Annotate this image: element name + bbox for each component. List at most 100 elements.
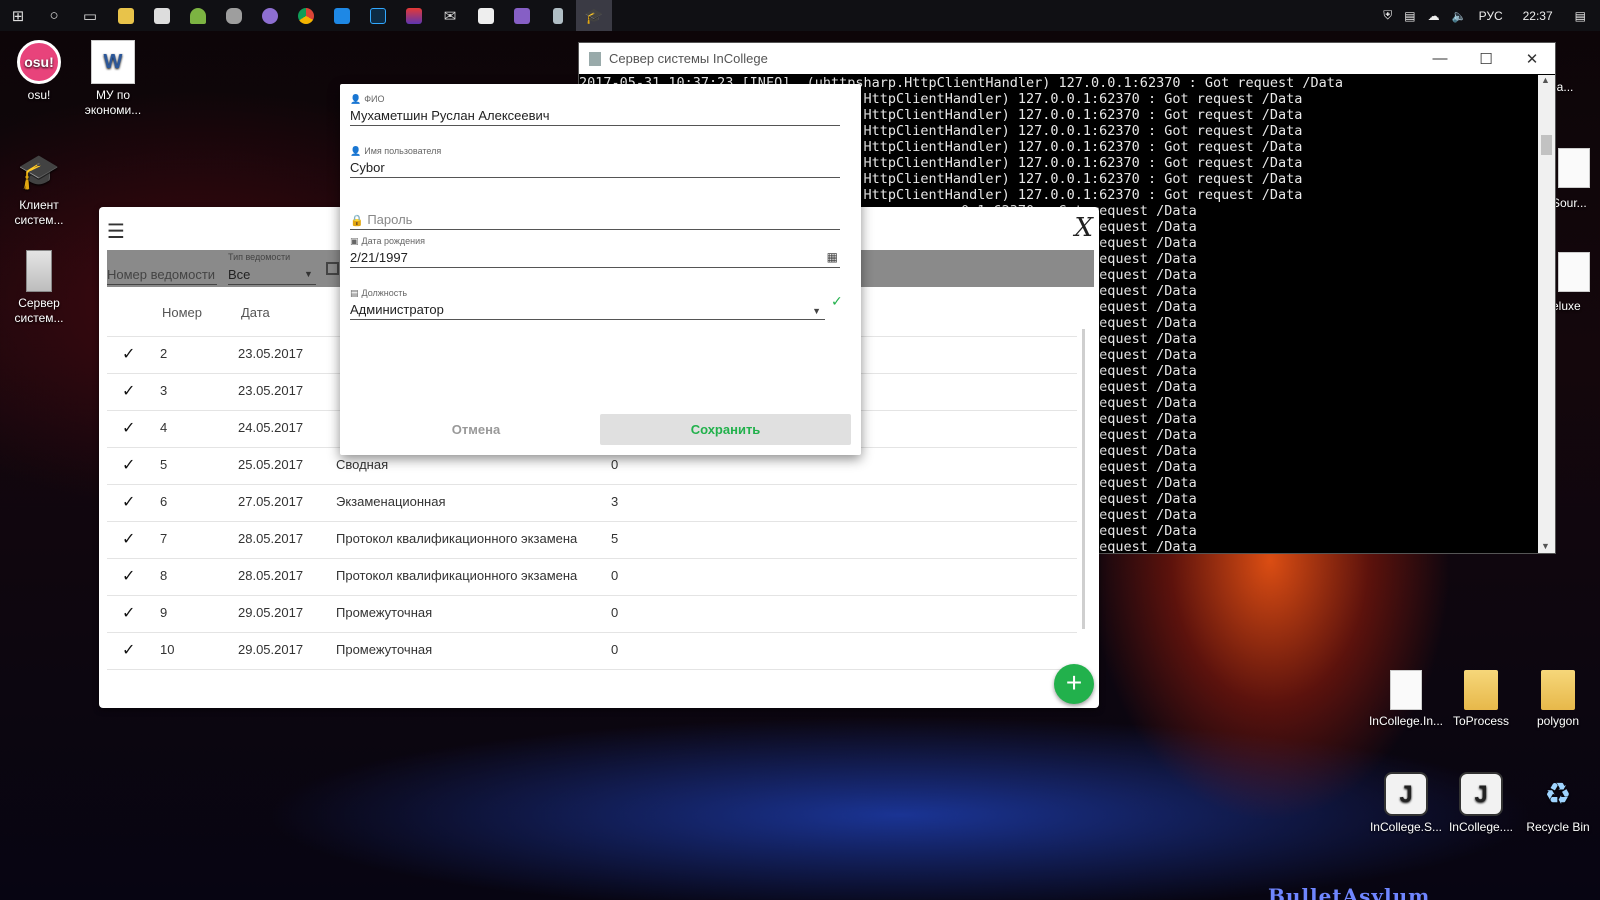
row-check-icon: ✓ [122, 605, 136, 622]
statement-type-select[interactable]: Все [228, 267, 316, 285]
desktop-icon-osu[interactable]: osu! osu! [0, 40, 78, 103]
row-date: 29.05.2017 [238, 605, 304, 620]
windows-start-icon[interactable]: ⊞ [0, 0, 36, 31]
language-indicator[interactable]: РУС [1479, 9, 1503, 23]
table-row[interactable]: ✓ 6 27.05.2017 Экзаменационная 3 [107, 484, 1077, 521]
visual-studio-icon[interactable] [504, 0, 540, 31]
mail-icon[interactable]: ✉ [432, 0, 468, 31]
database-icon[interactable] [216, 0, 252, 31]
incollege-app-icon: J [1384, 772, 1428, 816]
console-app-icon [589, 51, 601, 66]
calendar-icon[interactable]: ▦ [827, 250, 838, 264]
chevron-down-icon[interactable]: ▼ [304, 269, 313, 279]
valid-check-icon: ✓ [831, 293, 843, 309]
desktop-icon-label: ToProcess [1452, 714, 1510, 728]
column-number[interactable]: Номер [162, 305, 202, 320]
column-date[interactable]: Дата [241, 305, 270, 320]
folder-icon [1541, 670, 1575, 710]
username-label: Имя пользователя [364, 146, 442, 156]
row-count: 0 [611, 605, 619, 620]
recycle-bin-icon: ♻ [1544, 777, 1572, 811]
desktop-icon-server[interactable]: Сервер систем... [0, 250, 78, 326]
row-number: 4 [160, 420, 168, 435]
phone-icon[interactable] [540, 0, 576, 31]
table-row[interactable]: ✓ 7 28.05.2017 Протокол квалификационного э… [107, 521, 1077, 558]
console-scrollbar[interactable]: ▲ ▼ [1538, 75, 1555, 553]
graduation-cap-icon: 🎓 [17, 152, 61, 191]
store-icon[interactable] [144, 0, 180, 31]
desktop-icon-polygon[interactable]: polygon [1519, 670, 1597, 729]
table-row[interactable]: ✓ 9 29.05.2017 Промежуточная 0 [107, 595, 1077, 632]
username-field[interactable]: 👤 Имя пользователя Cybor [350, 146, 840, 178]
fio-input[interactable]: Мухаметшин Руслан Алексеевич [350, 106, 840, 126]
row-type: Экзаменационная [336, 494, 446, 509]
notifications-icon[interactable]: ▤ [1575, 9, 1586, 23]
explorer-icon[interactable] [108, 0, 144, 31]
menu-icon[interactable]: ☰ [107, 219, 125, 244]
photoshop-icon[interactable] [360, 0, 396, 31]
position-field[interactable]: ▤ Должность Администратор ▼ [350, 288, 825, 320]
birthdate-label: Дата рождения [361, 236, 426, 246]
row-count: 3 [611, 494, 619, 509]
scroll-up-icon[interactable]: ▲ [1541, 75, 1550, 85]
table-scrollbar[interactable] [1082, 329, 1085, 629]
incollege-app-icon: J [1459, 772, 1503, 816]
table-row[interactable]: ✓ 8 28.05.2017 Протокол квалификационного э… [107, 558, 1077, 595]
statement-type-label: Тип ведомости [228, 252, 291, 262]
android-icon[interactable] [180, 0, 216, 31]
task-view-icon[interactable]: ▭ [72, 0, 108, 31]
desktop-icon-incollege-in[interactable]: InCollege.In... [1367, 670, 1445, 729]
desktop-icon-incollege-client[interactable]: J InCollege.... [1442, 772, 1520, 835]
table-row[interactable]: ✓ 10 29.05.2017 Промежуточная 0 [107, 632, 1077, 669]
close-button[interactable]: ✕ [1509, 43, 1555, 74]
photos-icon[interactable] [468, 0, 504, 31]
security-icon[interactable]: ⛨ [1383, 8, 1392, 23]
desktop-icon-recycle-bin[interactable]: ♻ Recycle Bin [1519, 772, 1597, 835]
lock-icon: 🔒 [350, 215, 364, 227]
desktop-icon-label: InCollege.S... [1369, 820, 1443, 834]
desktop-icon-label: Сервер систем... [14, 296, 64, 325]
statement-number-input[interactable]: Номер ведомости [107, 267, 217, 285]
app-icon[interactable] [324, 0, 360, 31]
cancel-button[interactable]: Отмена [350, 414, 602, 445]
password-input[interactable]: Пароль [367, 212, 412, 227]
password-field[interactable]: 🔒 Пароль [350, 198, 840, 230]
scrollbar-thumb[interactable] [1541, 135, 1552, 155]
filter-checkbox[interactable] [326, 262, 339, 275]
birthdate-field[interactable]: ▣ Дата рождения 2/21/1997 ▦ [350, 236, 840, 268]
person-icon: 👤 [350, 146, 362, 156]
file-icon [1558, 148, 1590, 188]
row-type: Протокол квалификационного экзамена [336, 531, 578, 546]
row-number: 2 [160, 346, 168, 361]
desktop-icon-incollege-server[interactable]: J InCollege.S... [1367, 772, 1445, 835]
row-date: 27.05.2017 [238, 494, 304, 509]
position-select[interactable]: Администратор [350, 300, 825, 320]
fio-field[interactable]: 👤 ФИО Мухаметшин Руслан Алексеевич [350, 94, 840, 126]
browser-icon[interactable] [252, 0, 288, 31]
incollege-icon[interactable]: 🎓 [576, 0, 612, 31]
network-icon[interactable]: ▤ [1404, 9, 1415, 23]
desktop-icon-client[interactable]: 🎓 Клиент систем... [0, 150, 78, 228]
close-icon[interactable]: X [1074, 213, 1093, 243]
scroll-down-icon[interactable]: ▼ [1541, 541, 1550, 551]
save-button[interactable]: Сохранить [600, 414, 851, 445]
row-check-icon: ✓ [122, 568, 136, 585]
add-statement-button[interactable]: + [1054, 664, 1094, 704]
desktop-icon-toprocess[interactable]: ToProcess [1442, 670, 1520, 729]
maximize-button[interactable]: ☐ [1463, 43, 1509, 74]
table-bottom-divider [107, 669, 1077, 670]
clock[interactable]: 22:37 [1523, 9, 1553, 23]
username-input[interactable]: Cybor [350, 158, 840, 178]
birthdate-input[interactable]: 2/21/1997 [350, 248, 840, 268]
desktop-icon-label: InCollege.... [1448, 820, 1514, 834]
person-icon: 👤 [350, 94, 362, 104]
chevron-down-icon[interactable]: ▼ [812, 306, 821, 316]
media-icon[interactable] [396, 0, 432, 31]
minimize-button[interactable]: — [1417, 43, 1463, 74]
desktop-icon-word-doc[interactable]: W МУ по экономи... [74, 40, 152, 118]
console-title-bar[interactable]: Сервер системы InCollege — ☐ ✕ [579, 43, 1555, 74]
volume-icon[interactable]: 🔈 [1452, 9, 1467, 23]
cloud-icon[interactable]: ☁ [1428, 9, 1440, 23]
search-circle-icon[interactable]: ○ [36, 0, 72, 31]
chrome-icon[interactable] [288, 0, 324, 31]
